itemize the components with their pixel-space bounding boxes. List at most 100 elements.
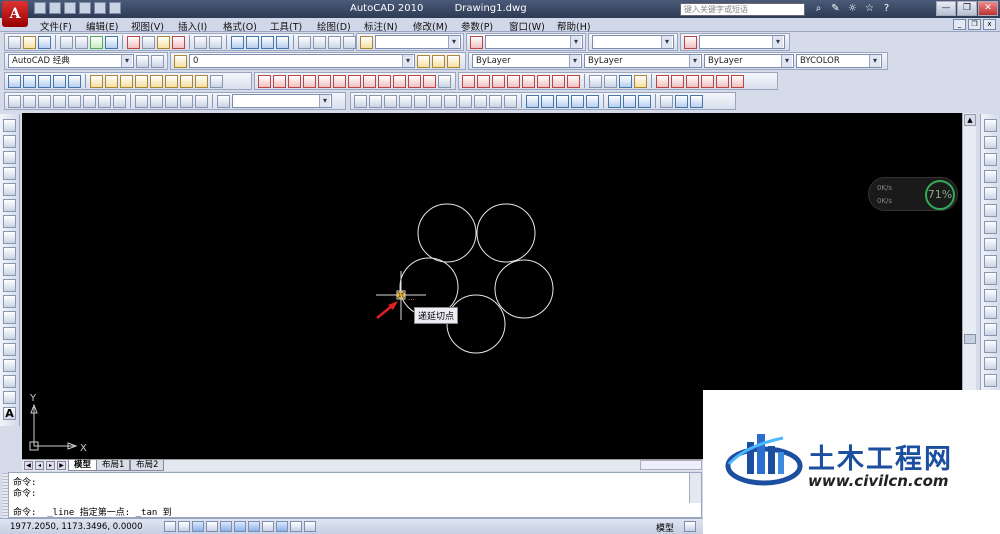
communication-icon[interactable]: ☼ <box>846 2 859 15</box>
face-move-icon[interactable] <box>414 94 427 108</box>
cut-icon[interactable] <box>127 35 140 49</box>
ellipse-arc-icon[interactable] <box>3 279 16 292</box>
move-icon[interactable] <box>984 204 997 217</box>
layer-properties-icon[interactable] <box>174 54 187 68</box>
ucs-face-icon[interactable] <box>571 94 584 108</box>
infer-constraints-toggle[interactable] <box>164 521 176 532</box>
minimize-button[interactable]: — <box>936 1 956 16</box>
command-window[interactable]: 命令: 命令: 命令: _line 指定第一点: _tan 到 <box>2 472 702 519</box>
multiline-text-icon[interactable]: A <box>3 407 16 420</box>
menu-window[interactable]: 窗口(W) <box>509 19 545 33</box>
visual-style-icon[interactable] <box>660 94 673 108</box>
scroll-thumb[interactable] <box>964 334 976 344</box>
face-taper-icon[interactable] <box>474 94 487 108</box>
menu-modify[interactable]: 修改(M) <box>413 19 448 33</box>
area-icon[interactable] <box>23 74 36 88</box>
view-icon[interactable] <box>217 94 230 108</box>
open-icon[interactable] <box>49 2 61 14</box>
rectangle-icon[interactable] <box>3 183 16 196</box>
circle-top-left[interactable] <box>417 203 477 263</box>
layer-match-icon[interactable] <box>90 74 103 88</box>
construction-line-icon[interactable] <box>3 135 16 148</box>
snap-tangent-icon[interactable] <box>378 74 391 88</box>
quick-view-layouts-icon[interactable] <box>684 521 696 532</box>
cone-icon[interactable] <box>53 94 66 108</box>
snap-insert-icon[interactable] <box>423 74 436 88</box>
menu-draw[interactable]: 绘图(D) <box>317 19 351 33</box>
subscription-icon[interactable]: ✎ <box>829 2 842 15</box>
lights-icon[interactable] <box>690 94 703 108</box>
scale-icon[interactable] <box>984 238 997 251</box>
make-block-icon[interactable] <box>3 311 16 324</box>
face-copy-icon[interactable] <box>489 94 502 108</box>
array-icon[interactable] <box>984 187 997 200</box>
layer-isolate-icon[interactable] <box>105 74 118 88</box>
tolerance-icon[interactable] <box>731 74 744 88</box>
match-properties-icon[interactable] <box>172 35 185 49</box>
sheet-set-icon[interactable] <box>343 35 356 49</box>
layer-freeze-icon[interactable] <box>150 74 163 88</box>
dim-style-select[interactable] <box>485 35 583 49</box>
table-icon[interactable] <box>3 391 16 404</box>
table-style-select[interactable] <box>592 35 674 49</box>
extrude-icon[interactable] <box>135 94 148 108</box>
join-icon[interactable] <box>984 340 997 353</box>
render-icon[interactable] <box>675 94 688 108</box>
design-center-icon[interactable] <box>313 35 326 49</box>
layer-previous-icon[interactable] <box>432 54 445 68</box>
presspull-icon[interactable] <box>150 94 163 108</box>
menu-help[interactable]: 帮助(H) <box>557 19 591 33</box>
orbit-icon[interactable] <box>608 94 621 108</box>
sphere-icon[interactable] <box>68 94 81 108</box>
text-style-icon[interactable] <box>360 35 373 49</box>
free-orbit-icon[interactable] <box>623 94 636 108</box>
new-icon[interactable] <box>34 2 46 14</box>
object-snap-toggle[interactable] <box>234 521 246 532</box>
locate-point-icon[interactable] <box>68 74 81 88</box>
ucs-icon[interactable] <box>526 94 539 108</box>
dynamic-input-toggle[interactable] <box>276 521 288 532</box>
last-tab-icon[interactable]: ▶ <box>57 461 66 470</box>
application-menu-button[interactable]: A <box>2 1 28 27</box>
color-ball-icon[interactable] <box>619 74 632 88</box>
intersect-icon[interactable] <box>384 94 397 108</box>
osnap-settings-icon[interactable] <box>438 74 451 88</box>
open-file-icon[interactable] <box>23 35 36 49</box>
temp-track-icon[interactable] <box>258 74 271 88</box>
torus-icon[interactable] <box>98 94 111 108</box>
menu-parametric[interactable]: 参数(P) <box>461 19 493 33</box>
erase-icon[interactable] <box>984 119 997 132</box>
layer-states-icon[interactable] <box>447 54 460 68</box>
union-icon[interactable] <box>354 94 367 108</box>
snap-mode-toggle[interactable] <box>178 521 190 532</box>
subtract-icon[interactable] <box>369 94 382 108</box>
snap-endpoint-icon[interactable] <box>273 74 286 88</box>
box-icon[interactable] <box>23 94 36 108</box>
drawing-restore-button[interactable]: ❐ <box>968 19 981 30</box>
lineweight-select[interactable]: ByLayer <box>704 54 794 68</box>
sweep-icon[interactable] <box>165 94 178 108</box>
plotstyle-select[interactable]: BYCOLOR <box>796 54 882 68</box>
continuous-orbit-icon[interactable] <box>638 94 651 108</box>
snap-extension-icon[interactable] <box>333 74 346 88</box>
snap-intersection-icon[interactable] <box>303 74 316 88</box>
point-icon[interactable] <box>3 327 16 340</box>
binoculars-icon[interactable]: ⌕ <box>812 2 825 15</box>
polar-tracking-toggle[interactable] <box>220 521 232 532</box>
face-rotate-icon[interactable] <box>459 94 472 108</box>
pan-icon[interactable] <box>231 35 244 49</box>
layer-lock-icon[interactable] <box>165 74 178 88</box>
layer-delete-icon[interactable] <box>210 74 223 88</box>
save-file-icon[interactable] <box>38 35 51 49</box>
linetype-select[interactable]: ByLayer <box>584 54 702 68</box>
next-tab-icon[interactable]: ▸ <box>46 461 55 470</box>
snap-quadrant-icon[interactable] <box>363 74 376 88</box>
print-icon[interactable] <box>60 35 73 49</box>
scroll-up-icon[interactable]: ▲ <box>964 114 976 126</box>
face-color-icon[interactable] <box>504 94 517 108</box>
object-erase-icon[interactable] <box>589 74 602 88</box>
prev-tab-icon[interactable]: ◂ <box>35 461 44 470</box>
dim-arc-icon[interactable] <box>492 74 505 88</box>
dim-linear-icon[interactable] <box>462 74 475 88</box>
tab-model[interactable]: 模型 <box>68 460 98 471</box>
